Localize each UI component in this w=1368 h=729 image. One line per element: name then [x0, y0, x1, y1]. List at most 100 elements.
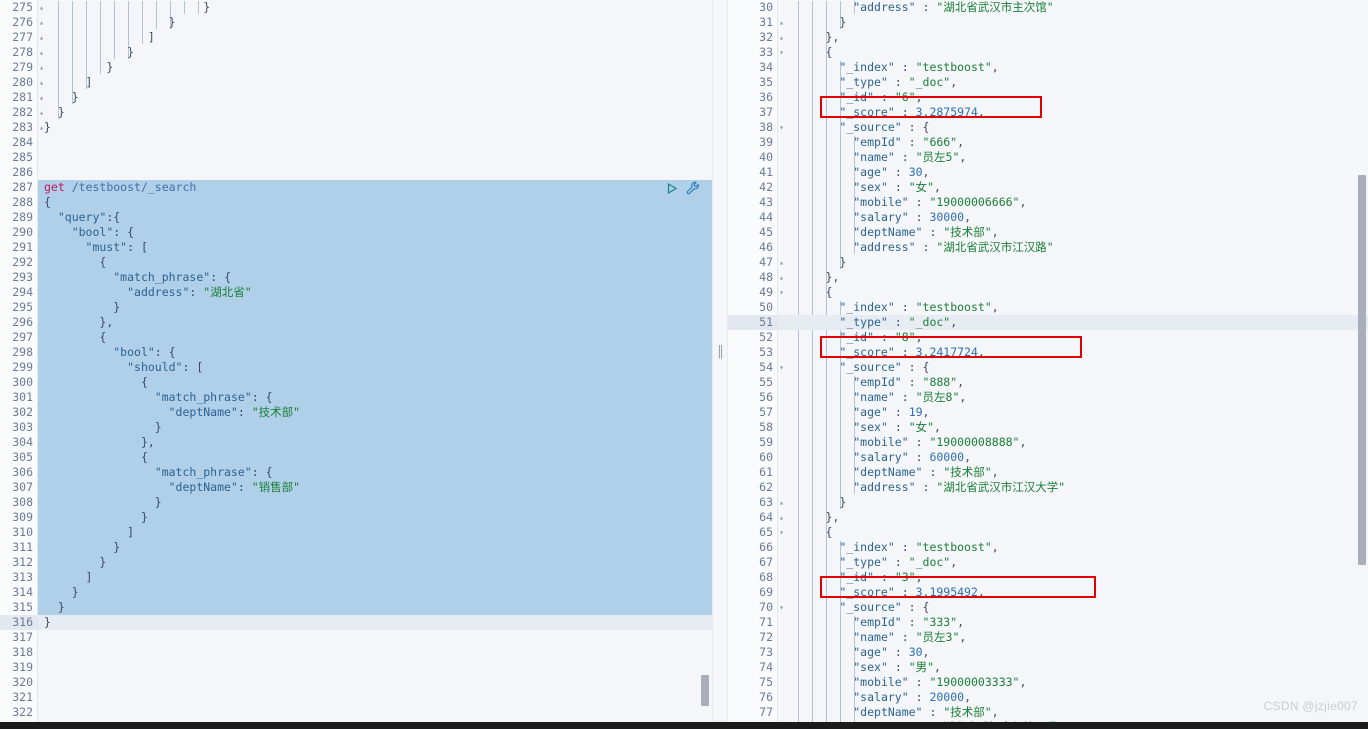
line-number[interactable]: 309▴ [0, 510, 44, 525]
code-line[interactable]: "_source" : { [778, 360, 1368, 375]
line-number[interactable]: 312▴ [0, 555, 44, 570]
code-line[interactable]: }, [778, 270, 1368, 285]
line-number[interactable]: 298▾ [0, 345, 44, 360]
line-number[interactable]: 39 [728, 135, 777, 150]
code-line[interactable] [38, 675, 712, 690]
line-number[interactable]: 45 [728, 225, 777, 240]
line-number[interactable]: 30 [728, 0, 777, 15]
code-line[interactable]: { [778, 285, 1368, 300]
code-line[interactable]: "_type" : "_doc", [778, 75, 1368, 90]
line-number[interactable]: 277 ▴ [0, 30, 44, 45]
code-line[interactable]: { [778, 525, 1368, 540]
code-line[interactable] [38, 705, 712, 720]
code-line[interactable]: "_index" : "testboost", [778, 300, 1368, 315]
code-line[interactable]: "empId" : "333", [778, 615, 1368, 630]
line-number[interactable]: 301▾ [0, 390, 44, 405]
line-number[interactable]: 275 ▴ [0, 0, 44, 15]
line-number[interactable]: 55 [728, 375, 777, 390]
line-number[interactable]: 311▴ [0, 540, 44, 555]
code-line[interactable]: }, [778, 510, 1368, 525]
line-number[interactable]: 59 [728, 435, 777, 450]
line-number[interactable]: 319 [0, 660, 37, 675]
line-number[interactable]: 74 [728, 660, 777, 675]
code-line[interactable]: "empId" : "888", [778, 375, 1368, 390]
code-line[interactable]: "bool": { [38, 225, 712, 240]
code-line[interactable]: { [38, 195, 712, 210]
code-line[interactable]: "deptName" : "技术部", [778, 465, 1368, 480]
line-number[interactable]: 282 ▴ [0, 105, 44, 120]
response-editor[interactable]: 30 31 ▴ 32 ▴ 33 ▾ 34 35 36 37 38 ▾ 39 40 41 42 43 44 45 46 47… [728, 0, 1368, 729]
play-icon[interactable] [665, 182, 678, 195]
line-number[interactable]: 67 [728, 555, 777, 570]
line-number[interactable]: 58 [728, 420, 777, 435]
code-line[interactable]: "age" : 19, [778, 405, 1368, 420]
line-number[interactable]: 73 [728, 645, 777, 660]
code-line[interactable]: "_type" : "_doc", [778, 315, 1368, 330]
code-line[interactable]: }, [38, 315, 712, 330]
line-number[interactable]: 296▴ [0, 315, 44, 330]
code-line[interactable]: get /testboost/_search [38, 180, 712, 195]
code-line[interactable]: "_score" : 3.1995492, [778, 585, 1368, 600]
line-number[interactable]: 63 ▴ [728, 495, 784, 510]
line-number[interactable]: 281 ▴ [0, 90, 44, 105]
line-number[interactable]: 53 [728, 345, 777, 360]
line-number[interactable]: 284 [0, 135, 37, 150]
code-line[interactable]: "deptName" : "技术部", [778, 225, 1368, 240]
code-line[interactable]: { [38, 450, 712, 465]
code-line[interactable] [38, 645, 712, 660]
line-number[interactable]: 64 ▴ [728, 510, 784, 525]
line-number[interactable]: 300▾ [0, 375, 44, 390]
code-line[interactable]: "sex" : "女", [778, 420, 1368, 435]
line-number[interactable]: 50 [728, 300, 777, 315]
line-number[interactable]: 69 [728, 585, 777, 600]
code-line[interactable]: { [38, 375, 712, 390]
line-number[interactable]: 318 [0, 645, 37, 660]
code-line[interactable]: "_score" : 3.2875974, [778, 105, 1368, 120]
code-line[interactable]: "address" : "湖北省武汉市江汉大学" [778, 480, 1368, 495]
code-line[interactable]: "_source" : { [778, 120, 1368, 135]
code-line[interactable] [38, 660, 712, 675]
line-number[interactable]: 291▾ [0, 240, 44, 255]
line-number[interactable]: 294 [0, 285, 37, 300]
line-number[interactable]: 70 ▾ [728, 600, 784, 615]
code-line[interactable]: "empId" : "666", [778, 135, 1368, 150]
code-line[interactable]: { [38, 330, 712, 345]
line-number[interactable]: 43 [728, 195, 777, 210]
line-number[interactable]: 40 [728, 150, 777, 165]
code-line[interactable]: } [778, 255, 1368, 270]
line-number[interactable]: 297▾ [0, 330, 44, 345]
line-number[interactable]: 33 ▾ [728, 45, 784, 60]
wrench-icon[interactable] [686, 181, 700, 195]
code-line[interactable]: }, [778, 30, 1368, 45]
line-number[interactable]: 36 [728, 90, 777, 105]
line-number[interactable]: 77 [728, 705, 777, 720]
line-number[interactable]: 49 ▾ [728, 285, 784, 300]
code-line[interactable]: } [38, 510, 712, 525]
line-number[interactable]: 65 ▾ [728, 525, 784, 540]
line-number[interactable]: 52 [728, 330, 777, 345]
code-line[interactable]: "query":{ [38, 210, 712, 225]
code-line[interactable]: } [38, 45, 712, 60]
line-number[interactable]: 42 [728, 180, 777, 195]
code-line[interactable]: "salary" : 60000, [778, 450, 1368, 465]
code-line[interactable]: } [778, 495, 1368, 510]
line-number[interactable]: 75 [728, 675, 777, 690]
code-line[interactable]: "_index" : "testboost", [778, 60, 1368, 75]
code-line[interactable]: "match_phrase": { [38, 390, 712, 405]
code-line[interactable]: } [38, 105, 712, 120]
code-line[interactable]: "match_phrase": { [38, 270, 712, 285]
code-line[interactable]: "must": [ [38, 240, 712, 255]
line-number[interactable]: 322 [0, 705, 37, 720]
line-number[interactable]: 283 ▴ [0, 120, 44, 135]
code-line[interactable]: } [38, 90, 712, 105]
line-number[interactable]: 62 [728, 480, 777, 495]
code-line[interactable]: } [38, 585, 712, 600]
line-number[interactable]: 71 [728, 615, 777, 630]
line-number[interactable]: 66 [728, 540, 777, 555]
line-number[interactable]: 47 ▴ [728, 255, 784, 270]
line-number[interactable]: 37 [728, 105, 777, 120]
line-number[interactable]: 38 ▾ [728, 120, 784, 135]
code-line[interactable]: } [38, 120, 712, 135]
code-line[interactable] [38, 150, 712, 165]
line-number[interactable]: 289▾ [0, 210, 44, 225]
